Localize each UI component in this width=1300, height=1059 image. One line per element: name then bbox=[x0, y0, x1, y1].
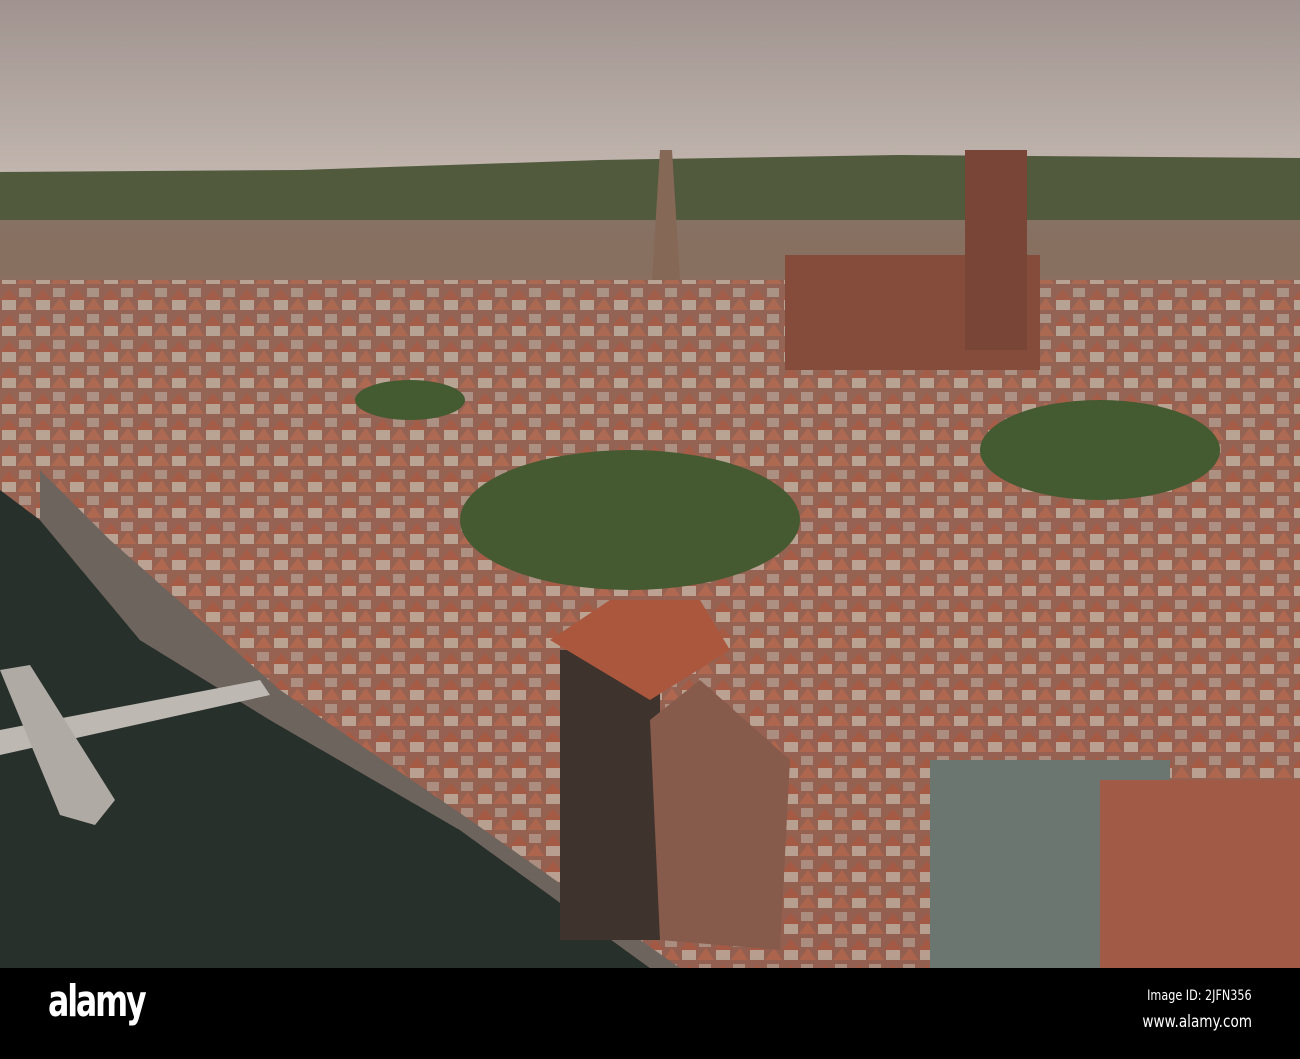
site-url: www.alamy.com bbox=[1142, 1012, 1252, 1032]
photo-tint bbox=[0, 0, 1300, 968]
alamy-logo: alamy bbox=[48, 976, 147, 1027]
image-id: Image ID: 2JFN356 bbox=[1147, 988, 1252, 1004]
watermark-bar: alamy Image ID: 2JFN356 www.alamy.com bbox=[0, 968, 1300, 1059]
aerial-city-photo bbox=[0, 0, 1300, 968]
